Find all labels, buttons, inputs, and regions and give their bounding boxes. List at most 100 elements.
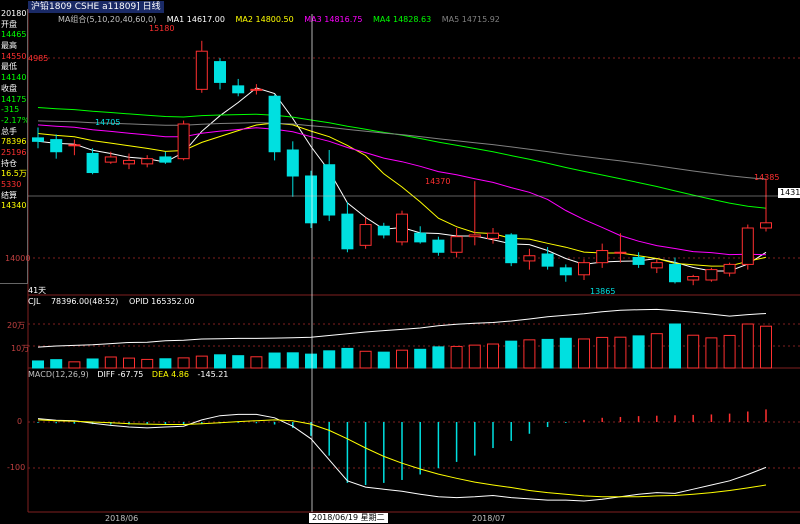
volume-bar-2 [68,361,81,369]
volume-legend-value: 78396.00(48:52) [50,297,119,306]
volume-bar-31 [596,336,609,369]
side-item-14: 持仓 [1,158,17,168]
volume-bar-16 [323,350,336,369]
volume-bar-35 [669,323,681,369]
candle-body-4 [104,156,117,163]
candle-body-33 [632,256,645,265]
axis-label-14000: 14000 [5,254,31,263]
side-item-9: -315 [1,105,20,115]
candle-body-21 [414,232,427,243]
candle-body-37 [705,269,718,281]
volume-bar-27 [523,339,536,369]
candle-body-13 [268,95,281,153]
volume-bar-36 [687,334,700,369]
volume-bar-34 [650,333,663,369]
volume-bar-40 [760,325,772,369]
kline-chart[interactable] [0,0,800,524]
side-item-4: 14550 [1,51,27,61]
side-item-12: 78396 [1,137,27,147]
candle-body-27 [523,255,536,262]
volume-bar-19 [377,351,390,369]
macd-axis-0: 0 [17,417,23,426]
candle-body-14 [286,149,299,177]
ma5-line [37,120,767,180]
volume-bar-11 [232,355,245,369]
volume-bar-25 [487,343,499,369]
macd-legend-macd: -145.21 [197,370,229,379]
side-item-3: 最高 [1,41,17,51]
annotation-14385: 14385 [754,173,780,182]
annotation-high: 15180 [149,24,175,33]
volume-legend-opid: OPID 165352.00 [128,297,195,306]
candle-body-12 [250,88,263,91]
annotation-14705: 14705 [95,118,121,127]
candle-body-3 [86,152,99,174]
cursor-date: 2018/06/19 星期二 [309,513,388,523]
candle-body-20 [396,213,408,243]
candle-body-10 [214,61,226,83]
volume-bar-15 [305,353,317,369]
candle-body-39 [741,227,754,265]
candle-body-19 [377,225,390,236]
date-label-june: 2018/06 [105,514,139,523]
candle-body-28 [541,253,554,267]
quote-info-panel: 20180619开盘14465最高14550最低14140收盘14175-315… [0,9,28,284]
candle-body-2 [68,144,81,147]
macd-legend-dea: DEA 4.86 [151,370,189,379]
volume-bar-29 [559,337,572,369]
side-item-18: 14340 [1,201,27,211]
candle-body-18 [359,224,372,246]
side-item-5: 最低 [1,62,17,72]
macd-legend: MACD(12,26,9) DIFF -67.75 DEA 4.86 -145.… [28,370,234,379]
side-item-6: 14140 [1,73,27,83]
date-label-july: 2018/07 [472,514,506,523]
candle-body-31 [596,250,609,264]
candle-body-5 [123,159,135,165]
side-item-13: 25196 [1,147,27,157]
candle-body-22 [432,239,445,253]
volume-bar-37 [705,337,718,369]
candle-body-35 [669,263,681,283]
macd-axis-minus100: -100 [7,463,26,472]
volume-bar-21 [414,348,427,369]
volume-bar-23 [450,345,463,369]
side-item-2: 14465 [1,30,27,40]
candle-body-15 [305,175,317,224]
volume-legend: CJL 78396.00(48:52) OPID 165352.00 [28,297,202,306]
candle-body-38 [723,263,736,274]
current-price-tag: 14313 [778,188,800,198]
volume-bar-12 [250,356,263,369]
annotation-4985: 4985 [28,54,49,63]
volume-bar-22 [432,346,445,369]
volume-bar-26 [505,340,518,369]
candle-body-36 [687,276,700,281]
side-item-8: 14175 [1,94,27,104]
volume-bar-1 [50,359,63,369]
candle-body-32 [614,251,627,254]
candle-body-29 [559,267,572,276]
candle-body-8 [177,123,190,160]
candle-body-7 [159,156,172,163]
candle-body-30 [578,262,590,276]
annotation-13865: 13865 [590,287,616,296]
volume-bar-7 [159,358,172,369]
volume-bar-24 [468,344,481,369]
side-item-17: 结算 [1,190,17,200]
volume-bar-28 [541,338,554,369]
volume-bar-8 [177,357,190,369]
candle-body-16 [323,164,336,216]
side-item-10: -2.17% [1,115,27,125]
macd-legend-diff: DIFF -67.75 [97,370,144,379]
volume-bar-3 [86,358,99,369]
volume-bar-0 [32,360,44,369]
volume-bar-14 [286,352,299,369]
candle-body-23 [450,236,463,253]
volume-bar-10 [214,354,226,369]
bars-count: 41天 [28,286,47,295]
volume-bar-13 [268,352,281,369]
candle-body-6 [141,158,154,165]
volume-bar-18 [359,350,372,369]
annotation-14370: 14370 [425,177,451,186]
side-item-11: 总手 [1,126,17,136]
side-item-0: 20180619 [1,9,27,18]
